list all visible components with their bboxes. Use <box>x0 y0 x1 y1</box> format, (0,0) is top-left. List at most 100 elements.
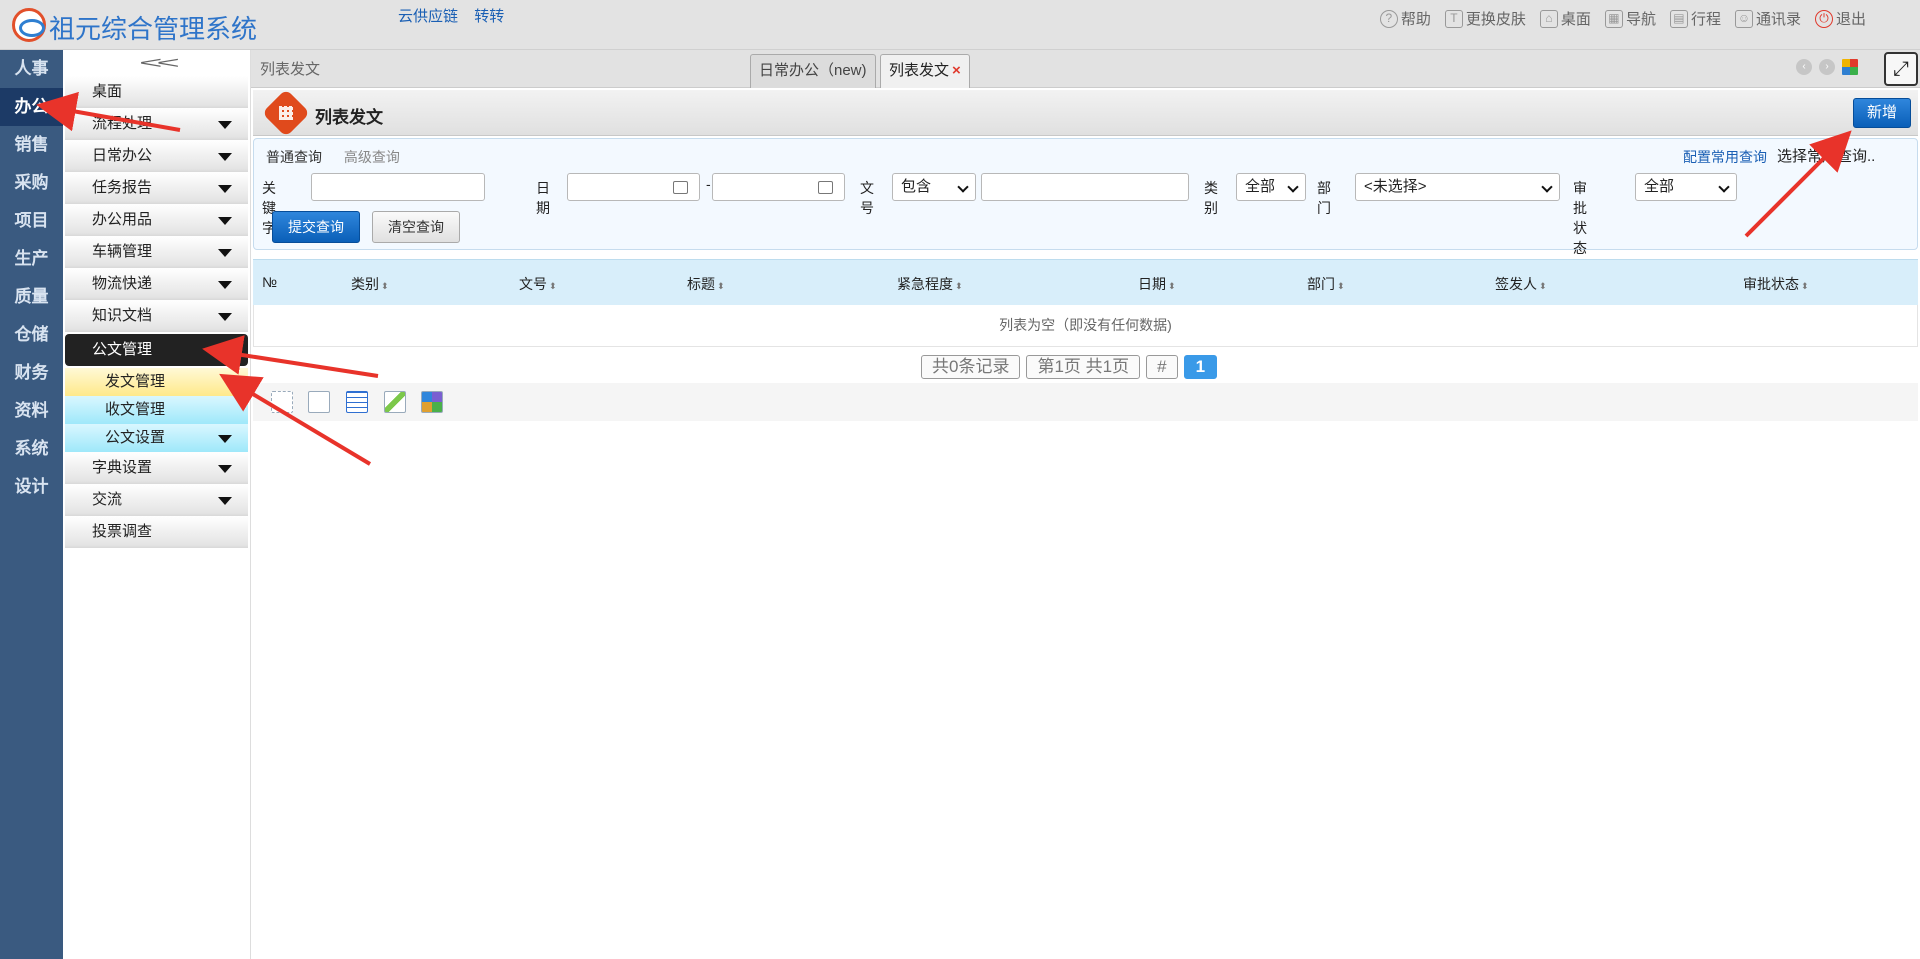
tab-next-icon[interactable]: › <box>1819 59 1835 75</box>
col-urgency[interactable]: 紧急程度 ⬍ <box>897 274 963 294</box>
module-production[interactable]: 生产 <box>0 240 63 278</box>
chevron-down-icon <box>218 497 232 505</box>
close-icon[interactable]: × <box>952 62 961 79</box>
sub-menu-item[interactable]: 公文设置 <box>65 424 248 452</box>
module-office[interactable]: 办公 <box>0 88 63 126</box>
tab-normal-query[interactable]: 普通查询 <box>266 149 322 165</box>
col-dept[interactable]: 部门 ⬍ <box>1307 274 1345 294</box>
desktop-button[interactable]: ⌂ 桌面 <box>1539 8 1591 29</box>
tab-prev-icon[interactable]: ‹ <box>1796 59 1812 75</box>
sub-menu-item[interactable]: 桌面 <box>65 76 248 108</box>
sub-menu-item[interactable]: 日常办公 <box>65 140 248 172</box>
module-warehouse[interactable]: 仓储 <box>0 316 63 354</box>
module-project[interactable]: 项目 <box>0 202 63 240</box>
sub-menu-item[interactable]: 公文管理 <box>65 334 248 366</box>
sub-menu-item[interactable]: 发文管理 <box>65 368 248 396</box>
category-label: 类别 <box>1204 180 1218 216</box>
module-quality[interactable]: 质量 <box>0 278 63 316</box>
sub-menu-item[interactable]: 字典设置 <box>65 452 248 484</box>
chevron-down-icon <box>1541 181 1553 193</box>
submit-query-button[interactable]: 提交查询 <box>272 211 360 243</box>
sub-menu-item[interactable]: 知识文档 <box>65 300 248 332</box>
tab-advanced-query[interactable]: 高级查询 <box>344 149 400 165</box>
calendar-icon[interactable] <box>818 181 833 194</box>
col-docno[interactable]: 文号 ⬍ <box>519 274 557 294</box>
puzzle-icon[interactable] <box>421 391 443 413</box>
document-icon[interactable] <box>308 391 330 413</box>
top-right-toolbar: ? 帮助 T 更换皮肤 ⌂ 桌面 ▦ 导航 ▤ 行程 ☺ 通讯录 ⏻ 退出 <box>1379 8 1866 29</box>
common-query-select[interactable]: 选择常用查询.. <box>1777 145 1913 169</box>
contacts-button[interactable]: ☺ 通讯录 <box>1734 8 1801 29</box>
pager-total: 共0条记录 <box>921 355 1021 379</box>
keyword-input[interactable] <box>311 173 485 201</box>
table-header: № 类别 ⬍ 文号 ⬍ 标题 ⬍ 紧急程度 ⬍ 日期 ⬍ 部门 ⬍ 签发人 ⬍ 审批状态 ⬍ <box>253 259 1918 305</box>
col-urgency-label: 紧急程度 <box>897 276 953 292</box>
clear-query-button[interactable]: 清空查询 <box>372 211 460 243</box>
sub-menu-item[interactable]: 收文管理 <box>65 396 248 424</box>
col-date[interactable]: 日期 ⬍ <box>1138 274 1176 294</box>
module-design[interactable]: 设计 <box>0 468 63 506</box>
tab-label: 列表发文 <box>889 62 950 79</box>
sub-menu-item-label: 车辆管理 <box>92 243 153 260</box>
top-link-supply-chain[interactable]: 云供应链 <box>398 8 458 25</box>
sub-menu-item[interactable]: 投票调查 <box>65 516 248 548</box>
col-issuer[interactable]: 签发人 ⬍ <box>1495 274 1547 294</box>
module-documents[interactable]: 资料 <box>0 392 63 430</box>
dept-value: <未选择> <box>1364 178 1427 195</box>
sub-menu-list: 桌面 流程处理日常办公任务报告办公用品车辆管理物流快递知识文档公文管理发文管理 收文… <box>63 76 250 548</box>
tab-list-outgoing[interactable]: 列表发文 × <box>880 54 970 88</box>
page-title: 列表发文 <box>315 108 383 127</box>
list-grid-icon <box>261 88 311 138</box>
chevron-down-icon <box>218 347 232 355</box>
docno-operator-select[interactable]: 包含 <box>892 173 976 201</box>
collapse-sidebar-icon[interactable]: << <box>63 54 250 72</box>
module-sales[interactable]: 销售 <box>0 126 63 164</box>
category-select[interactable]: 全部 <box>1236 173 1306 201</box>
sort-icon: ⬍ <box>1801 281 1809 291</box>
sub-menu-item[interactable]: 交流 <box>65 484 248 516</box>
pager-current-page[interactable]: 1 <box>1183 355 1218 379</box>
module-purchase[interactable]: 采购 <box>0 164 63 202</box>
col-approval-status[interactable]: 审批状态 ⬍ <box>1743 274 1809 294</box>
table-icon[interactable] <box>346 391 368 413</box>
query-panel: 普通查询 高级查询 配置常用查询 选择常用查询.. 关键字 日期 - 文号 包含… <box>253 138 1918 256</box>
config-common-query-link[interactable]: 配置常用查询 <box>1683 147 1767 167</box>
select-icon[interactable] <box>271 391 293 413</box>
fullscreen-icon[interactable]: ⤢ <box>1884 52 1918 86</box>
change-skin-button[interactable]: T 更换皮肤 <box>1444 8 1526 29</box>
sub-menu-item[interactable]: 车辆管理 <box>65 236 248 268</box>
sub-menu-item-label: 日常办公 <box>92 147 153 164</box>
col-category[interactable]: 类别 ⬍ <box>351 274 389 294</box>
sub-menu-item-label: 投票调查 <box>92 523 153 540</box>
tab-menu-icon[interactable] <box>1842 59 1858 75</box>
schedule-button[interactable]: ▤ 行程 <box>1669 8 1721 29</box>
sub-menu-item[interactable]: 流程处理 <box>65 108 248 140</box>
schedule-label: 行程 <box>1690 11 1721 28</box>
col-title[interactable]: 标题 ⬍ <box>687 274 725 294</box>
sub-menu-item[interactable]: 办公用品 <box>65 204 248 236</box>
pager-hash[interactable]: # <box>1146 355 1178 379</box>
approval-status-select[interactable]: 全部 <box>1635 173 1737 201</box>
top-link-zhuanzhuan[interactable]: 转转 <box>474 8 504 25</box>
sub-menu-item-label: 办公用品 <box>92 211 153 228</box>
sub-menu-item[interactable]: 任务报告 <box>65 172 248 204</box>
sub-menu-item-label: 字典设置 <box>92 459 153 476</box>
logout-button[interactable]: ⏻ 退出 <box>1814 8 1866 29</box>
navigation-button[interactable]: ▦ 导航 <box>1604 8 1656 29</box>
edit-icon[interactable] <box>384 391 406 413</box>
module-system[interactable]: 系统 <box>0 430 63 468</box>
calendar-icon[interactable] <box>673 181 688 194</box>
new-button[interactable]: 新增 <box>1853 98 1911 128</box>
tab-daily-office[interactable]: 日常办公（new) <box>750 54 876 88</box>
module-finance[interactable]: 财务 <box>0 354 63 392</box>
docno-input[interactable] <box>981 173 1189 201</box>
sort-icon: ⬍ <box>1168 281 1176 291</box>
module-hr[interactable]: 人事 <box>0 50 63 88</box>
help-button[interactable]: ? 帮助 <box>1379 8 1431 29</box>
logout-label: 退出 <box>1835 11 1866 28</box>
tab-bar: 列表发文 日常办公（new) 列表发文 × ‹ › ⤢ <box>251 50 1920 88</box>
sub-menu-item[interactable]: 物流快递 <box>65 268 248 300</box>
dept-select[interactable]: <未选择> <box>1355 173 1560 201</box>
sub-menu-item-label: 公文管理 <box>92 341 153 358</box>
sub-menu-item-label: 知识文档 <box>92 307 153 324</box>
